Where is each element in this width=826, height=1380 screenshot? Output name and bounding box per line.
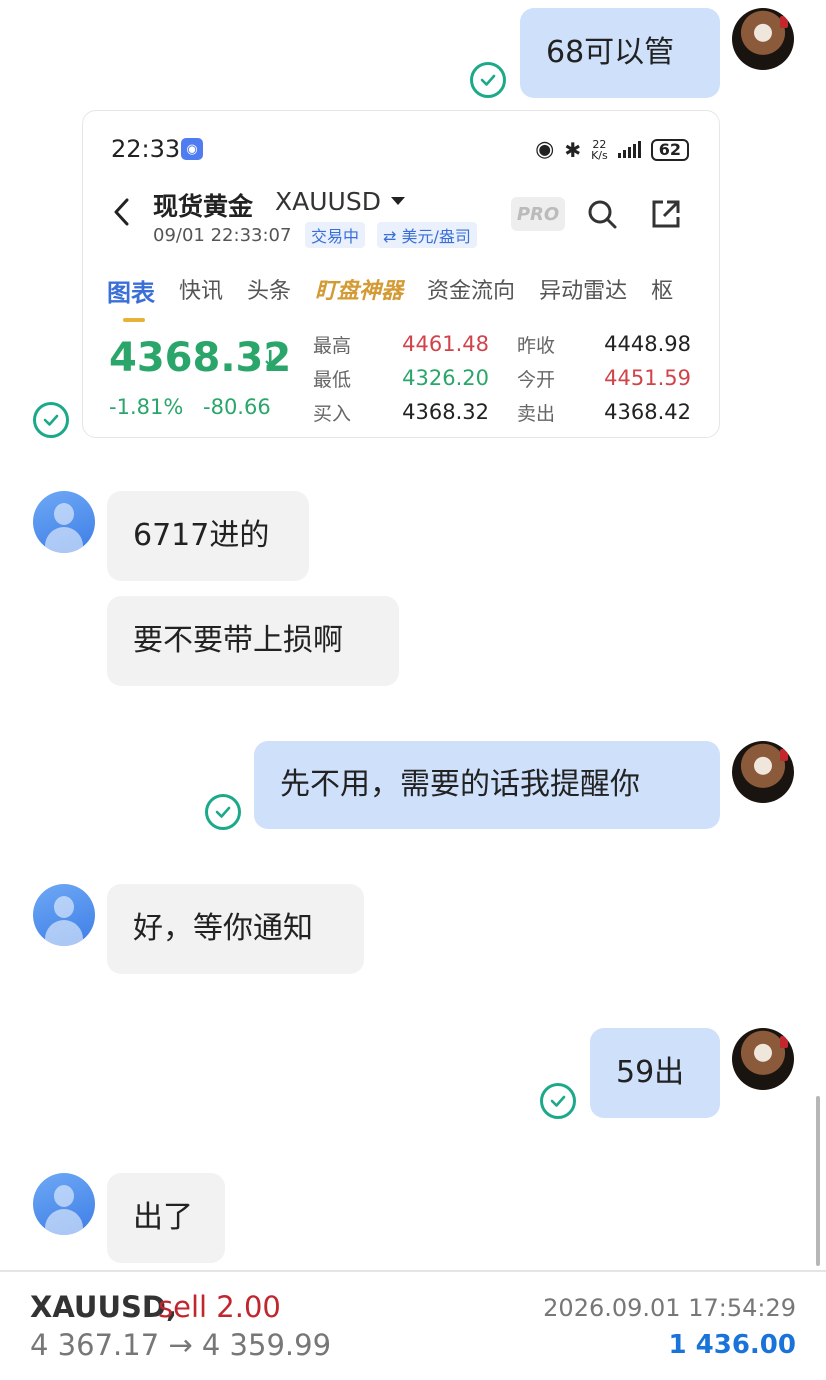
read-check-icon [540, 1083, 576, 1119]
eye-icon: ◉ [535, 137, 555, 162]
tab-more[interactable]: 枢 [651, 273, 673, 308]
net-speed: 22 K/s [591, 139, 608, 161]
search-icon[interactable] [585, 197, 619, 231]
quote-datetime: 09/01 22:33:07 [153, 225, 292, 246]
tab-flash[interactable]: 快讯 [179, 273, 223, 308]
prev-close-label: 昨收 [517, 335, 556, 357]
my-avatar[interactable] [732, 8, 794, 70]
pro-button[interactable]: PRO [511, 197, 565, 231]
message-text: 68可以管 [546, 35, 675, 70]
trade-prices: 4 367.17 → 4 359.99 [30, 1328, 332, 1362]
scrollbar[interactable] [816, 1096, 820, 1266]
message-bubble-received[interactable]: 要不要带上损啊 [107, 596, 399, 686]
read-check-icon [33, 402, 69, 438]
trade-profit: 1 436.00 [668, 1330, 796, 1360]
ask-label: 卖出 [517, 403, 556, 425]
change-percent: -1.81% [109, 395, 184, 419]
tab-capital-flow[interactable]: 资金流向 [427, 273, 515, 308]
high-label: 最高 [313, 335, 352, 357]
prev-close-value: 4448.98 [604, 332, 691, 356]
low-value: 4326.20 [402, 366, 489, 390]
status-bar-time: 22:33 [111, 135, 181, 163]
message-text: 6717进的 [133, 518, 270, 553]
message-bubble-received[interactable]: 出了 [107, 1173, 225, 1263]
down-arrow-icon: ↓ [261, 347, 280, 372]
share-icon[interactable] [649, 197, 683, 231]
message-text: 先不用，需要的话我提醒你 [280, 767, 640, 802]
tab-radar[interactable]: 异动雷达 [539, 273, 627, 308]
open-value: 4451.59 [604, 366, 691, 390]
unit-tag[interactable]: ⇄ 美元/盎司 [377, 222, 477, 248]
tab-watch-tool[interactable]: 盯盘神器 [315, 273, 403, 308]
contact-avatar[interactable] [33, 884, 95, 946]
tab-chart[interactable]: 图表 [107, 273, 155, 322]
message-bubble-sent[interactable]: 68可以管 [520, 8, 720, 98]
change-absolute: -80.66 [203, 395, 271, 419]
my-avatar[interactable] [732, 741, 794, 803]
ask-value: 4368.42 [604, 400, 691, 424]
battery-icon: 62 [650, 138, 689, 161]
bluetooth-icon: ✱ [564, 137, 582, 162]
message-bubble-sent[interactable]: 59出 [590, 1028, 720, 1118]
bid-value: 4368.32 [402, 400, 489, 424]
tab-headlines[interactable]: 头条 [247, 273, 291, 308]
message-text: 出了 [133, 1200, 193, 1235]
read-check-icon [205, 794, 241, 830]
open-label: 今开 [517, 369, 556, 391]
low-label: 最低 [313, 369, 352, 391]
asset-name: 现货黄金 [153, 192, 254, 221]
chevron-down-icon[interactable] [391, 197, 405, 205]
contact-avatar[interactable] [33, 1173, 95, 1235]
message-bubble-received[interactable]: 好，等你通知 [107, 884, 364, 974]
status-bar-right: ◉ ✱ 22 K/s 62 [535, 137, 689, 162]
bid-label: 买入 [313, 403, 352, 425]
trade-side: sell 2.00 [158, 1290, 281, 1324]
trade-symbol: XAUUSD, [30, 1290, 177, 1324]
asset-code[interactable]: XAUUSD [275, 187, 381, 216]
message-text: 好，等你通知 [133, 911, 313, 946]
back-arrow-icon[interactable] [109, 197, 135, 227]
message-text: 59出 [616, 1055, 685, 1090]
message-bubble-received[interactable]: 6717进的 [107, 491, 309, 581]
quote-screenshot-card[interactable]: 22:33 ◉ ◉ ✱ 22 K/s 62 现货黄金 XAUUSD 09/01 … [82, 110, 720, 438]
message-text: 要不要带上损啊 [133, 623, 343, 658]
quote-tabs: 图表 快讯 头条 盯盘神器 资金流向 异动雷达 枢 [107, 273, 673, 322]
trading-status-tag: 交易中 [305, 222, 366, 248]
read-check-icon [470, 62, 506, 98]
net-speed-unit: K/s [591, 148, 608, 162]
divider [0, 1270, 826, 1272]
my-avatar[interactable] [732, 1028, 794, 1090]
message-bubble-sent[interactable]: 先不用，需要的话我提醒你 [254, 741, 720, 829]
signal-icon [617, 141, 641, 158]
app-badge-icon: ◉ [181, 138, 203, 160]
high-value: 4461.48 [402, 332, 489, 356]
trade-time: 2026.09.01 17:54:29 [543, 1294, 796, 1322]
contact-avatar[interactable] [33, 491, 95, 553]
